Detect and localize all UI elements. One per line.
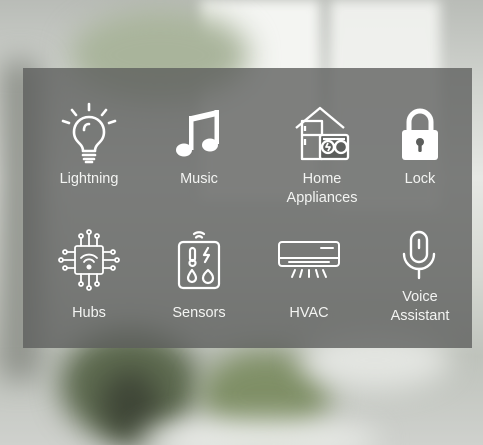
tile-lock[interactable]: Lock bbox=[365, 102, 475, 189]
smart-home-panel: Lightning Music Home Appliances Lock Hub… bbox=[23, 68, 472, 348]
tile-label: Music bbox=[180, 171, 218, 187]
hub-chip-icon bbox=[58, 229, 120, 291]
music-note-icon bbox=[176, 110, 219, 157]
home-appliances-icon bbox=[295, 106, 350, 161]
tile-hubs[interactable]: Hubs bbox=[34, 228, 144, 323]
tile-hvac[interactable]: HVAC bbox=[254, 228, 364, 323]
tile-label: HVAC bbox=[289, 305, 329, 321]
tile-sensors[interactable]: Sensors bbox=[144, 228, 254, 323]
microphone-icon bbox=[402, 230, 436, 280]
light-bulb-icon bbox=[61, 102, 117, 164]
sensor-panel-icon bbox=[177, 231, 221, 290]
tile-label: Hubs bbox=[72, 305, 106, 321]
padlock-icon bbox=[402, 108, 438, 160]
tile-lightning[interactable]: Lightning bbox=[34, 102, 144, 189]
tile-music[interactable]: Music bbox=[144, 102, 254, 189]
tile-label: Voice Assistant bbox=[390, 289, 450, 324]
tile-voice-assistant[interactable]: Voice Assistant bbox=[365, 228, 475, 326]
tile-label: Sensors bbox=[172, 305, 226, 321]
tile-label: Lock bbox=[404, 171, 436, 187]
air-conditioner-icon bbox=[278, 241, 340, 278]
tile-home-appliances[interactable]: Home Appliances bbox=[267, 102, 377, 208]
tile-label: Home Appliances bbox=[286, 171, 358, 206]
tile-label: Lightning bbox=[59, 171, 119, 187]
